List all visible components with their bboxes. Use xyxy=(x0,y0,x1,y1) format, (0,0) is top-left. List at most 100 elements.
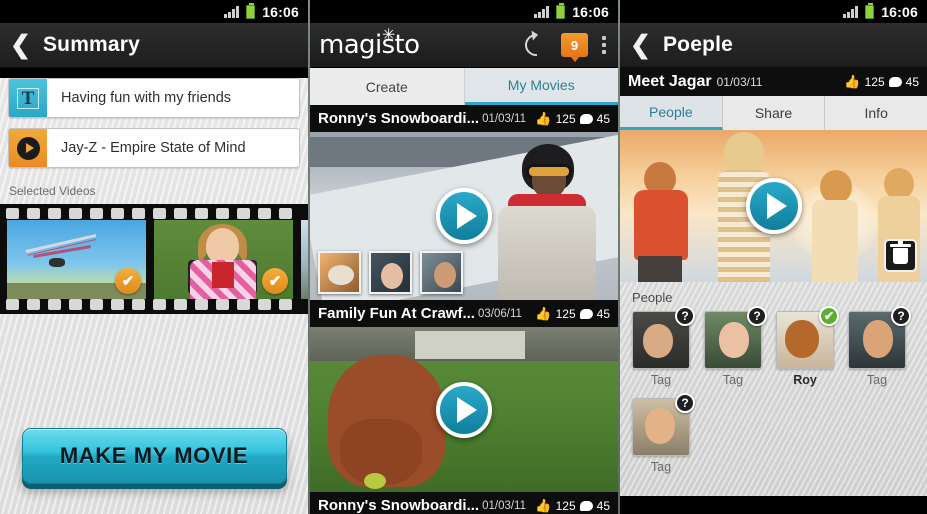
play-icon[interactable] xyxy=(436,188,492,244)
battery-icon xyxy=(865,2,875,19)
movie-date: 01/03/11 xyxy=(482,499,526,512)
comment-bubble-icon xyxy=(579,500,593,511)
question-badge-icon[interactable]: ? xyxy=(675,306,695,326)
comment-count: 45 xyxy=(596,111,610,126)
face-thumbnail[interactable]: ? xyxy=(632,306,695,369)
movie-header-2[interactable]: Family Fun At Crawf... 03/06/11 👍 125 45 xyxy=(310,300,618,327)
face-label[interactable]: Roy xyxy=(776,373,834,387)
comment-count: 45 xyxy=(596,498,610,513)
movie-stats: 👍 125 45 xyxy=(535,306,610,322)
make-my-movie-button[interactable]: MAKE MY MOVIE xyxy=(21,428,287,484)
people-cell-5[interactable]: ? Tag xyxy=(632,393,695,474)
tab-create[interactable]: Create xyxy=(310,68,465,105)
status-bar-2: 16:06 xyxy=(310,0,618,23)
cta-container: MAKE MY MOVIE xyxy=(0,428,308,484)
back-chevron-icon[interactable]: ❮ xyxy=(10,32,31,58)
page-title: Summary xyxy=(42,33,141,56)
face-thumbnail[interactable]: ? xyxy=(632,393,695,456)
people-cell-1[interactable]: ? Tag xyxy=(632,306,695,387)
question-badge-icon[interactable]: ? xyxy=(747,306,767,326)
status-bar-3: 16:06 xyxy=(620,0,927,23)
movie-title: Family Fun At Crawf... xyxy=(318,305,475,322)
movie-date: 03/06/11 xyxy=(477,307,522,320)
check-badge-icon[interactable]: ✔ xyxy=(819,306,839,326)
play-icon[interactable] xyxy=(436,381,492,438)
person-figure-3 xyxy=(798,170,872,282)
status-bar-1: 16:06 xyxy=(0,0,308,23)
face-thumbnail[interactable]: ✔ xyxy=(776,306,839,369)
face-label[interactable]: Tag xyxy=(848,373,906,387)
refresh-icon[interactable] xyxy=(520,29,552,61)
question-badge-icon[interactable]: ? xyxy=(891,306,911,326)
face-label[interactable]: Tag xyxy=(632,373,690,387)
like-count: 125 xyxy=(555,498,576,513)
movie-stats: 👍 125 45 xyxy=(535,111,610,127)
summary-body: T Having fun with my friends Jay-Z - Emp… xyxy=(0,78,308,514)
face-thumbnail[interactable]: ? xyxy=(704,306,767,369)
notification-badge[interactable]: 9 xyxy=(561,33,588,62)
comment-bubble-icon xyxy=(888,77,902,87)
status-clock: 16:06 xyxy=(572,3,609,20)
people-cell-4[interactable]: ? Tag xyxy=(848,306,911,387)
video-dog[interactable] xyxy=(310,327,618,492)
snowboarder-figure xyxy=(492,142,600,300)
thumbs-up-icon: 👍 xyxy=(535,497,552,513)
video-snowboarding[interactable] xyxy=(310,132,618,300)
person-figure-1 xyxy=(626,162,696,282)
overflow-menu-icon[interactable] xyxy=(602,36,606,54)
detected-faces-row xyxy=(318,251,463,294)
people-face-grid: ? Tag ? Tag ✔ Roy ? Tag ? Tag xyxy=(632,306,917,474)
status-clock: 16:06 xyxy=(262,3,299,20)
back-chevron-icon[interactable]: ❮ xyxy=(630,32,651,58)
battery-icon xyxy=(246,2,256,19)
summary-row-music[interactable]: Jay-Z - Empire State of Mind xyxy=(8,128,300,168)
film-frames: ✔ ✔ xyxy=(7,219,308,299)
title-text-icon: T xyxy=(9,79,47,117)
face-label[interactable]: Tag xyxy=(632,460,690,474)
magisto-logo[interactable]: magisto ✳ xyxy=(319,25,420,60)
thumbs-up-icon: 👍 xyxy=(535,110,552,126)
tab-share[interactable]: Share xyxy=(722,96,826,130)
magisto-action-bar: magisto ✳ 9 xyxy=(310,23,618,68)
tab-people[interactable]: People xyxy=(620,96,723,130)
film-sprockets-bottom xyxy=(0,299,308,310)
comment-bubble-icon xyxy=(579,113,593,124)
signal-bars-icon xyxy=(224,5,240,18)
trash-icon[interactable] xyxy=(884,239,917,272)
battery-icon xyxy=(556,2,566,19)
summary-music-value: Jay-Z - Empire State of Mind xyxy=(61,140,246,156)
selected-check-icon[interactable]: ✔ xyxy=(115,267,141,294)
comment-count: 45 xyxy=(905,75,919,89)
tab-my-movies[interactable]: My Movies xyxy=(464,68,618,105)
question-badge-icon[interactable]: ? xyxy=(675,393,695,413)
action-bar-summary: ❮ Summary xyxy=(0,23,308,68)
movie-header-1[interactable]: Ronny's Snowboardi... 01/03/11 👍 125 45 xyxy=(310,105,618,132)
video-thumb-partial[interactable] xyxy=(301,219,308,299)
face-thumb-2[interactable] xyxy=(369,251,412,294)
face-thumbnail[interactable]: ? xyxy=(848,306,911,369)
play-icon[interactable] xyxy=(745,178,802,234)
signal-bars-icon xyxy=(843,5,859,18)
video-thumb-girl[interactable]: ✔ xyxy=(154,219,293,299)
people-cell-3[interactable]: ✔ Roy xyxy=(776,306,839,387)
face-thumb-1[interactable] xyxy=(318,251,361,294)
movie-header-3[interactable]: Ronny's Snowboardi... 01/03/11 👍 125 45 xyxy=(310,492,618,514)
selected-check-icon[interactable]: ✔ xyxy=(262,267,288,294)
comment-count: 45 xyxy=(596,306,610,321)
third-clip-image xyxy=(301,219,308,299)
movie-title: Ronny's Snowboardi... xyxy=(318,497,480,514)
film-strip[interactable]: ✔ ✔ xyxy=(0,204,308,314)
magisto-logo-text: magisto xyxy=(319,30,420,60)
people-cell-2[interactable]: ? Tag xyxy=(704,306,767,387)
people-tab-bar: People Share Info xyxy=(620,96,927,130)
video-beach-party[interactable] xyxy=(620,130,927,282)
summary-row-title[interactable]: T Having fun with my friends xyxy=(8,78,300,118)
face-label[interactable]: Tag xyxy=(704,373,762,387)
action-bar-people: ❮ Poeple xyxy=(620,23,927,68)
like-count: 125 xyxy=(864,75,885,89)
face-thumb-3[interactable] xyxy=(420,251,463,294)
video-thumb-hang-glider[interactable]: ✔ xyxy=(7,219,146,299)
tab-info[interactable]: Info xyxy=(825,96,927,130)
like-count: 125 xyxy=(555,306,576,321)
film-sprockets-top xyxy=(0,208,308,219)
